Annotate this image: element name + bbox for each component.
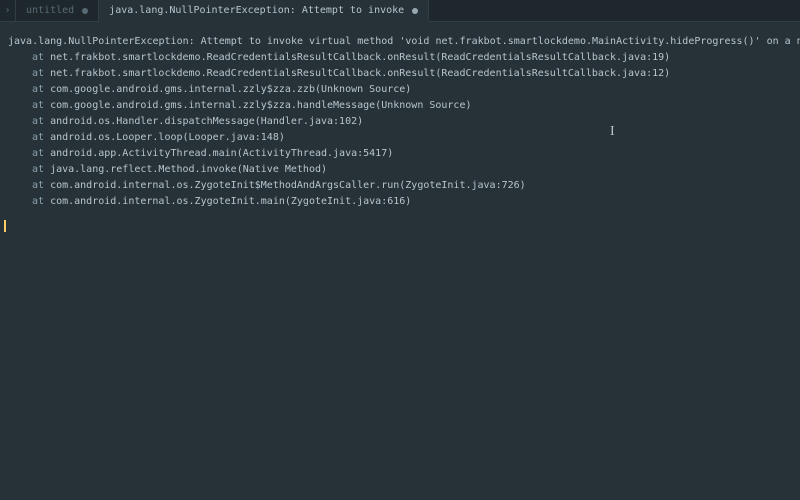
exception-header: java.lang.NullPointerException: Attempt … <box>8 34 792 50</box>
stack-frame: at net.frakbot.smartlockdemo.ReadCredent… <box>8 66 792 82</box>
stack-frame: at com.android.internal.os.ZygoteInit$Me… <box>8 178 792 194</box>
tab-untitled[interactable]: untitled <box>16 0 99 21</box>
stack-frame: at com.google.android.gms.internal.zzly$… <box>8 98 792 114</box>
editor-content[interactable]: java.lang.NullPointerException: Attempt … <box>0 22 800 218</box>
stack-frame: at java.lang.reflect.Method.invoke(Nativ… <box>8 162 792 178</box>
dirty-dot-icon <box>82 8 88 14</box>
stack-trace: at net.frakbot.smartlockdemo.ReadCredent… <box>8 50 792 210</box>
stack-frame: at android.app.ActivityThread.main(Activ… <box>8 146 792 162</box>
stack-frame: at android.os.Handler.dispatchMessage(Ha… <box>8 114 792 130</box>
tab-exception[interactable]: java.lang.NullPointerException: Attempt … <box>99 0 429 21</box>
tab-label: java.lang.NullPointerException: Attempt … <box>109 5 404 16</box>
stack-frame: at com.google.android.gms.internal.zzly$… <box>8 82 792 98</box>
dirty-dot-icon <box>412 8 418 14</box>
chevron-right-icon[interactable]: › <box>0 0 16 21</box>
stack-frame: at android.os.Looper.loop(Looper.java:14… <box>8 130 792 146</box>
text-cursor-icon: I <box>610 124 615 140</box>
stack-frame: at net.frakbot.smartlockdemo.ReadCredent… <box>8 50 792 66</box>
stack-frame: at com.android.internal.os.ZygoteInit.ma… <box>8 194 792 210</box>
tab-label: untitled <box>26 5 74 16</box>
caret-icon <box>4 220 6 232</box>
tab-bar: › untitled java.lang.NullPointerExceptio… <box>0 0 800 22</box>
